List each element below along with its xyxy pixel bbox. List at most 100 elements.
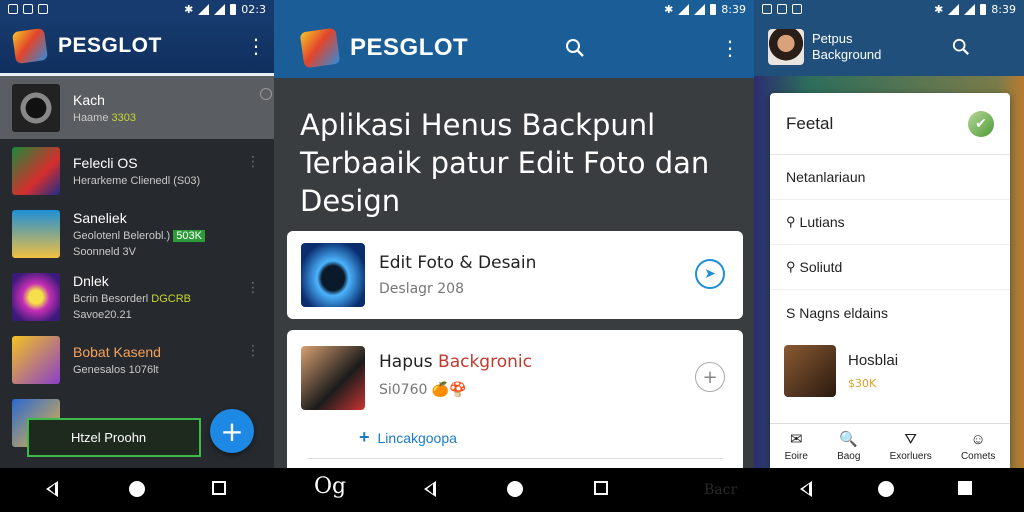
nav-label: Eoire [784, 451, 808, 462]
more-icon[interactable]: ⋮ [246, 281, 260, 295]
battery-icon [710, 3, 717, 15]
app-thumbnail [301, 243, 365, 307]
app-bar: PESGLOT ⋮ [274, 18, 754, 78]
app-bar: Petpus Background [754, 18, 1024, 76]
open-icon[interactable]: ➤ [695, 259, 725, 289]
list-item[interactable]: Saneliek Geolotenl Belerobl.) 503K Soonnel… [0, 202, 274, 265]
search-icon[interactable] [952, 38, 970, 56]
clock: 8:39 [991, 2, 1016, 16]
status-bar: ✱ 8:39 [754, 0, 1024, 18]
nav-label: Comets [960, 450, 996, 462]
recents-icon[interactable] [958, 481, 972, 495]
more-icon[interactable]: ⋮ [246, 344, 260, 358]
menu-item-label: S Nagns eldains [786, 304, 888, 321]
notification-icon [8, 4, 18, 14]
recents-icon[interactable] [212, 481, 226, 495]
bluetooth-icon: ✱ [664, 2, 674, 16]
app-thumbnail [12, 272, 60, 321]
app-title: Hosblai [848, 352, 899, 369]
nav-item-comments[interactable]: ☺ Comets [961, 431, 995, 462]
item-title: Bobat Kasend [73, 343, 161, 360]
nav-item-explore[interactable]: ⛛ Exorluers [890, 431, 932, 462]
app-thumbnail [12, 335, 60, 384]
camera-lens-thumbnail [12, 83, 60, 132]
app-thumbnail [784, 345, 836, 397]
app-logo-icon [299, 27, 341, 69]
overflow-menu-icon[interactable]: ⋮ [720, 38, 740, 58]
item-title: Dnlek [73, 272, 109, 289]
more-link[interactable]: + Lincakgoopa [359, 427, 457, 448]
app-bar: PESGLOT ⋮ [0, 18, 274, 76]
sheet-title: Feetal [786, 113, 834, 133]
wifi-icon [198, 3, 210, 15]
back-icon[interactable] [46, 481, 58, 497]
add-fab-button[interactable]: + [210, 409, 254, 453]
list-item[interactable]: Kach Haame 3303 [0, 76, 274, 139]
signal-icon [694, 3, 706, 15]
menu-sheet: Feetal ✔ Netanlariaun ⚲ Lutians ⚲ Soliutd … [770, 93, 1010, 468]
wifi-icon [678, 3, 690, 15]
overflow-menu-icon[interactable]: ⋮ [246, 36, 266, 56]
check-icon[interactable]: ✔ [968, 110, 994, 137]
home-icon[interactable] [878, 481, 894, 497]
list-item[interactable]: Bobat Kasend Genesalos 1076lt ⋮ [0, 328, 274, 391]
search-icon[interactable] [565, 38, 585, 58]
menu-item[interactable]: ⚲ Lutians [770, 200, 1010, 245]
item-tag: DGCRB [151, 292, 191, 305]
back-icon[interactable] [800, 481, 812, 497]
list-item[interactable]: Felecli OS Herarkeme Clienedl (S03) ⋮ [0, 139, 274, 202]
app-title-line2: Background [812, 47, 882, 62]
card-subtitle: Deslagr 208 [379, 281, 464, 297]
fruit-icon: 🍊🍄 [431, 382, 467, 398]
phone-screen-list: ✱ 02:3 PESGLOT ⋮ Kach Haame 3303 Felecli O… [0, 0, 274, 468]
recents-icon[interactable] [594, 481, 608, 495]
app-card[interactable]: Edit Foto & Desain Deslagr 208 ➤ [287, 231, 743, 319]
card-title: Hapus [379, 352, 439, 372]
app-card[interactable]: Hapus Backgronic Si0760 🍊🍄 + + Lincakgoop… [287, 330, 743, 468]
item-subtitle: Haame [73, 111, 109, 124]
bluetooth-icon: ✱ [184, 2, 194, 16]
back-icon[interactable] [424, 481, 436, 497]
app-list: Kach Haame 3303 Felecli OS Herarkeme Clien… [0, 76, 274, 454]
status-bar: ✱ 8:39 [274, 0, 754, 18]
bottom-navigation: ✉ Eoire 🔍 Baog ⛛ Exorluers ☺ Comets [770, 423, 1010, 468]
avatar [768, 29, 804, 65]
notification-icon [23, 4, 33, 14]
camera-thumbnail [301, 346, 365, 410]
menu-item[interactable]: Netanlariaun [770, 155, 1010, 200]
app-title: PESGLOT [350, 34, 469, 61]
more-icon[interactable]: ⋮ [246, 155, 260, 169]
radio-icon[interactable] [260, 88, 272, 100]
sheet-header: Feetal ✔ [770, 93, 1010, 155]
notification-icon [762, 4, 772, 14]
add-icon[interactable]: + [695, 362, 725, 392]
notification-icon [792, 4, 802, 14]
search-icon: 🔍 [839, 431, 859, 448]
card-subtitle: Si0760 [379, 382, 428, 398]
phone-screen-menu: ✱ 8:39 Petpus Background Feetal ✔ Netanlar… [754, 0, 1024, 468]
phone-screen-detail: ✱ 8:39 PESGLOT ⋮ Aplikasi Henus Backpunl … [274, 0, 754, 468]
home-icon[interactable] [129, 481, 145, 497]
clock: 02:3 [241, 2, 266, 16]
filter-icon: ⛛ [904, 430, 917, 448]
home-icon[interactable] [507, 481, 523, 497]
snackbar-chip[interactable]: Htzel Proohn [27, 418, 201, 457]
menu-item[interactable]: ⚲ Soliutd [770, 245, 1010, 290]
nav-item-home[interactable]: ✉ Eoire [785, 430, 808, 462]
navbar-label: Bacr [704, 482, 738, 498]
featured-app[interactable]: Hosblai $30K [784, 345, 898, 397]
mail-icon: ✉ [789, 431, 803, 448]
list-item[interactable]: Dnlek Bcrin Besorderl DGCRB Savoe20.21 ⋮ [0, 265, 274, 328]
app-title: PESGLOT [58, 33, 162, 57]
card-title-accent: Backgronic [438, 352, 532, 372]
link-label: Lincakgoopa [377, 430, 457, 446]
nav-item-search[interactable]: 🔍 Baog [837, 430, 860, 462]
menu-item[interactable]: S Nagns eldains [770, 290, 1010, 335]
battery-icon [230, 3, 237, 15]
app-thumbnail [12, 146, 60, 195]
clock: 8:39 [721, 2, 746, 16]
notification-icon [38, 4, 48, 14]
app-logo-icon [11, 27, 49, 64]
signal-icon [214, 3, 226, 15]
app-price: $30K [848, 377, 877, 390]
